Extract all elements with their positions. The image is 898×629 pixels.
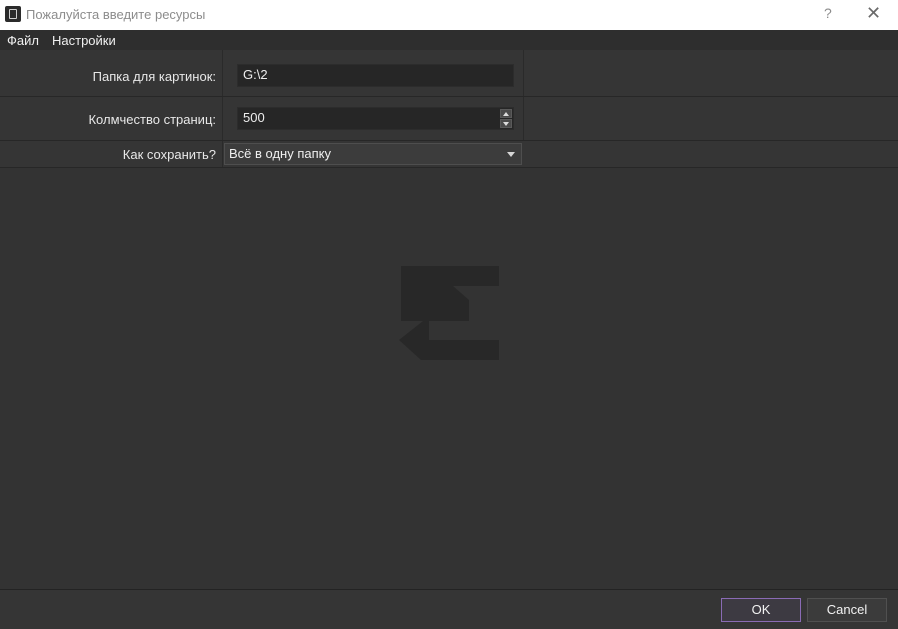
close-icon[interactable]: ✕: [866, 3, 881, 24]
save-mode-value: Всё в одну папку: [229, 146, 331, 161]
chevron-up-icon[interactable]: [500, 109, 512, 118]
button-bar: OK Cancel: [0, 590, 898, 629]
pages-spinbox[interactable]: 500: [237, 107, 514, 130]
spin-buttons: [500, 109, 512, 129]
pages-spinbox-value: 500: [243, 110, 265, 125]
chevron-down-icon: [507, 152, 515, 157]
pages-label: Колмчество страниц:: [88, 112, 216, 127]
logo-icon: [399, 266, 499, 360]
folder-row: Папка для картинок: G:\2: [0, 50, 898, 97]
row-divider: [222, 97, 223, 140]
folder-input[interactable]: G:\2: [237, 64, 514, 87]
row-divider: [222, 50, 223, 96]
window-title: Пожалуйста введите ресурсы: [26, 7, 206, 22]
save-label: Как сохранить?: [122, 147, 216, 162]
title-bar: Пожалуйста введите ресурсы ? ✕: [0, 0, 898, 30]
pages-row: Колмчество страниц: 500: [0, 97, 898, 141]
app-icon: [5, 6, 21, 22]
folder-label: Папка для картинок:: [92, 69, 216, 84]
folder-input-value: G:\2: [243, 67, 268, 82]
logo-shape: [399, 266, 499, 360]
save-row: Как сохранить? Всё в одну папку: [0, 141, 898, 168]
chevron-down-icon[interactable]: [500, 119, 512, 128]
menu-file[interactable]: Файл: [7, 33, 39, 48]
ok-button[interactable]: OK: [721, 598, 801, 622]
help-icon[interactable]: ?: [824, 5, 832, 21]
menu-bar: Файл Настройки: [0, 30, 898, 50]
save-mode-select[interactable]: Всё в одну папку: [224, 143, 522, 165]
row-divider: [523, 97, 524, 140]
row-divider: [222, 141, 223, 167]
cancel-button[interactable]: Cancel: [807, 598, 887, 622]
menu-settings[interactable]: Настройки: [52, 33, 116, 48]
row-divider: [523, 50, 524, 96]
